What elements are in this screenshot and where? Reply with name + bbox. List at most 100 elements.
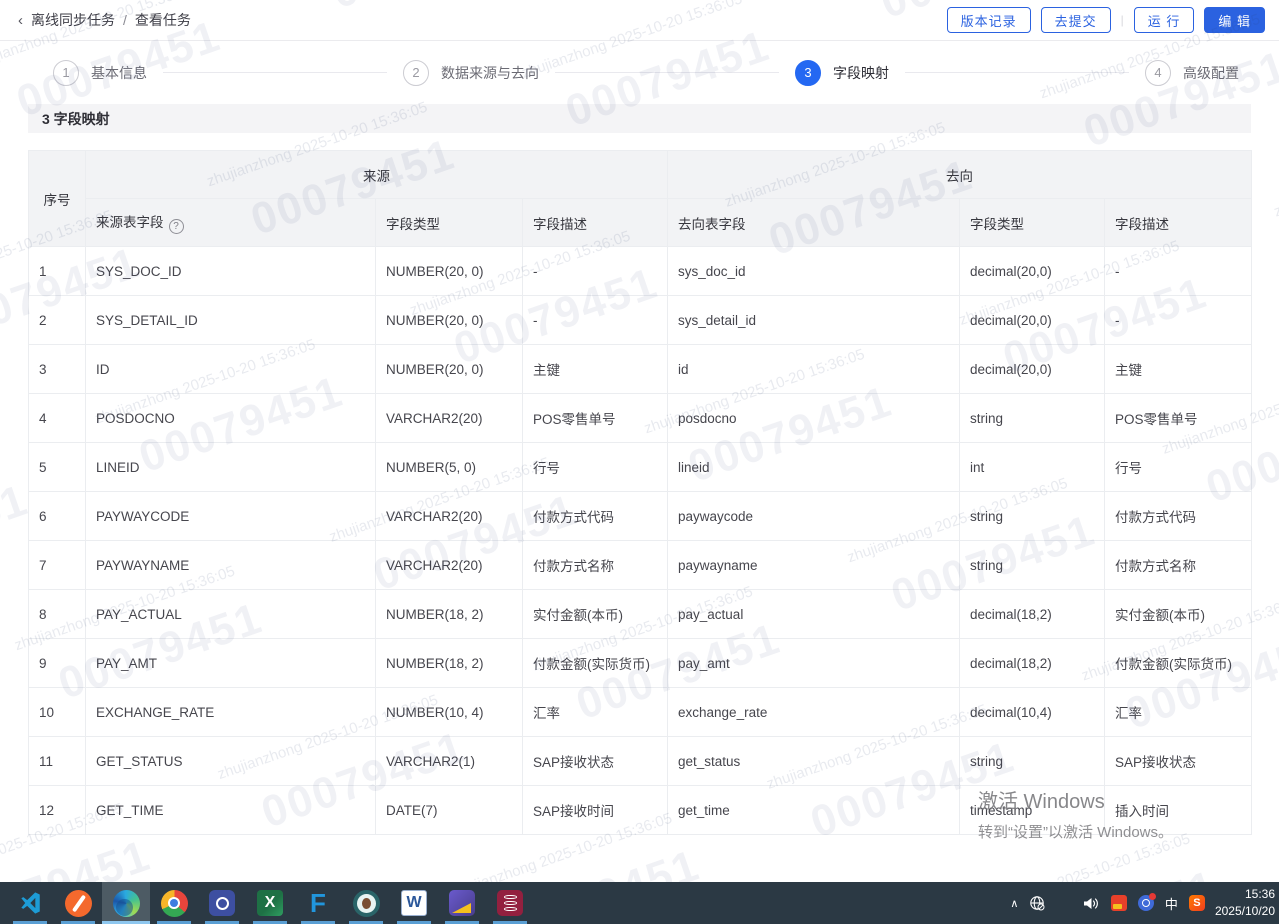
cell-source-desc: SAP接收时间 bbox=[523, 786, 668, 835]
vscode-icon[interactable] bbox=[6, 882, 54, 924]
cell-source-type: NUMBER(18, 2) bbox=[376, 590, 523, 639]
step-source-target[interactable]: 2 数据来源与去向 bbox=[403, 60, 539, 86]
blue-f-app-icon[interactable]: F bbox=[294, 882, 342, 924]
step-advanced-config[interactable]: 4 高级配置 bbox=[1145, 60, 1239, 86]
cell-source-field: PAYWAYNAME bbox=[86, 541, 376, 590]
breadcrumb-parent[interactable]: 离线同步任务 bbox=[31, 10, 115, 30]
system-tray: ∧ 中 S bbox=[1010, 894, 1215, 913]
step-field-mapping[interactable]: 3 字段映射 bbox=[795, 60, 889, 86]
cell-target-type: timestamp bbox=[960, 786, 1105, 835]
cell-target-type: decimal(18,2) bbox=[960, 639, 1105, 688]
excel-glyph: X bbox=[257, 890, 283, 916]
cell-source-field: GET_STATUS bbox=[86, 737, 376, 786]
cell-source-type: VARCHAR2(20) bbox=[376, 492, 523, 541]
watermark-code-text: 00079451 bbox=[0, 831, 157, 882]
chrome-glyph bbox=[161, 890, 188, 917]
step-3-circle: 3 bbox=[795, 60, 821, 86]
pen-glyph bbox=[65, 890, 92, 917]
step-3-label: 字段映射 bbox=[833, 63, 889, 83]
cell-source-desc: 行号 bbox=[523, 443, 668, 492]
col-header-index: 序号 bbox=[29, 151, 86, 247]
cell-source-field: SYS_DETAIL_ID bbox=[86, 296, 376, 345]
table-row: 8PAY_ACTUALNUMBER(18, 2)实付金额(本币)pay_actu… bbox=[29, 590, 1252, 639]
cell-index: 8 bbox=[29, 590, 86, 639]
vscode-glyph bbox=[17, 890, 43, 916]
back-icon[interactable]: ‹ bbox=[18, 12, 23, 29]
cell-target-type: string bbox=[960, 737, 1105, 786]
watermark-code-text: 00079451 bbox=[1008, 861, 1225, 882]
network-globe-icon[interactable] bbox=[1029, 895, 1045, 911]
cell-target-desc: - bbox=[1105, 296, 1252, 345]
table-row: 11GET_STATUSVARCHAR2(1)SAP接收状态get_status… bbox=[29, 737, 1252, 786]
word-icon[interactable]: W bbox=[390, 882, 438, 924]
edge-icon[interactable] bbox=[102, 882, 150, 924]
cell-index: 11 bbox=[29, 737, 86, 786]
cell-source-type: NUMBER(20, 0) bbox=[376, 345, 523, 394]
dbeaver-icon[interactable] bbox=[342, 882, 390, 924]
cell-target-field: paywaycode bbox=[668, 492, 960, 541]
cell-source-field: POSDOCNO bbox=[86, 394, 376, 443]
cell-source-type: VARCHAR2(20) bbox=[376, 394, 523, 443]
database-app-icon[interactable] bbox=[486, 882, 534, 924]
step-4-circle: 4 bbox=[1145, 60, 1171, 86]
button-divider: | bbox=[1121, 13, 1124, 27]
cell-target-desc: POS零售单号 bbox=[1105, 394, 1252, 443]
version-history-button[interactable]: 版本记录 bbox=[947, 7, 1031, 33]
action-buttons: 版本记录 去提交 | 运 行 编 辑 bbox=[947, 7, 1265, 33]
watermark-user-text: zhujianzhong 2025-10-20 15:36:05 bbox=[1272, 129, 1279, 221]
section-title: 3 字段映射 bbox=[42, 109, 110, 129]
cell-source-field: PAY_AMT bbox=[86, 639, 376, 688]
cell-target-type: decimal(20,0) bbox=[960, 247, 1105, 296]
submit-button[interactable]: 去提交 bbox=[1041, 7, 1111, 33]
cell-target-desc: SAP接收状态 bbox=[1105, 737, 1252, 786]
watermark-tile: zhujianzhong 2025-10-20 15:36:0500079451 bbox=[126, 861, 502, 882]
chrome-icon[interactable] bbox=[150, 882, 198, 924]
table-row: 10EXCHANGE_RATENUMBER(10, 4)汇率exchange_r… bbox=[29, 688, 1252, 737]
run-button[interactable]: 运 行 bbox=[1134, 7, 1195, 33]
watermark-code-text: 00079451 bbox=[490, 841, 707, 882]
step-connector bbox=[163, 72, 387, 73]
foxmail-glyph bbox=[449, 890, 475, 916]
sogou-icon[interactable]: S bbox=[1189, 895, 1205, 911]
ime-indicator[interactable]: 中 bbox=[1165, 894, 1178, 913]
step-connector bbox=[555, 72, 779, 73]
clock-time: 15:36 bbox=[1215, 886, 1275, 903]
cell-target-field: lineid bbox=[668, 443, 960, 492]
cell-source-desc: 付款方式名称 bbox=[523, 541, 668, 590]
cell-source-field: EXCHANGE_RATE bbox=[86, 688, 376, 737]
chevron-up-icon[interactable]: ∧ bbox=[1010, 897, 1018, 910]
blue-ring-app-icon[interactable] bbox=[198, 882, 246, 924]
col-header-target-type: 字段类型 bbox=[960, 199, 1105, 247]
cell-target-field: exchange_rate bbox=[668, 688, 960, 737]
notification-app-icon[interactable] bbox=[1138, 895, 1154, 911]
windows-icon[interactable] bbox=[1056, 895, 1072, 911]
taskbar-clock[interactable]: 15:36 2025/10/20 bbox=[1215, 886, 1279, 921]
help-icon[interactable]: ? bbox=[169, 219, 184, 234]
excel-icon[interactable]: X bbox=[246, 882, 294, 924]
step-connector bbox=[905, 72, 1129, 73]
cell-source-type: NUMBER(5, 0) bbox=[376, 443, 523, 492]
pen-app-icon[interactable] bbox=[54, 882, 102, 924]
col-group-source: 来源 bbox=[86, 151, 668, 199]
volume-icon[interactable] bbox=[1083, 896, 1100, 911]
edit-button[interactable]: 编 辑 bbox=[1204, 7, 1265, 33]
cell-source-field: SYS_DOC_ID bbox=[86, 247, 376, 296]
step-basic-info[interactable]: 1 基本信息 bbox=[53, 60, 147, 86]
cell-index: 5 bbox=[29, 443, 86, 492]
cell-index: 1 bbox=[29, 247, 86, 296]
cell-target-field: paywayname bbox=[668, 541, 960, 590]
cell-source-field: PAY_ACTUAL bbox=[86, 590, 376, 639]
foxmail-tray-icon[interactable] bbox=[1111, 895, 1127, 911]
cell-source-type: VARCHAR2(1) bbox=[376, 737, 523, 786]
watermark-user-text: zhujianzhong 2025-10-20 15:36:05 bbox=[968, 830, 1193, 882]
foxmail-icon[interactable] bbox=[438, 882, 486, 924]
taskbar: X F W ∧ bbox=[0, 882, 1279, 924]
cell-target-type: int bbox=[960, 443, 1105, 492]
dbeaver-glyph bbox=[353, 890, 380, 917]
table-row: 2SYS_DETAIL_IDNUMBER(20, 0)-sys_detail_i… bbox=[29, 296, 1252, 345]
step-4-label: 高级配置 bbox=[1183, 63, 1239, 83]
cell-source-desc: 实付金额(本币) bbox=[523, 590, 668, 639]
cell-index: 3 bbox=[29, 345, 86, 394]
cell-target-desc: - bbox=[1105, 247, 1252, 296]
cell-source-field: ID bbox=[86, 345, 376, 394]
